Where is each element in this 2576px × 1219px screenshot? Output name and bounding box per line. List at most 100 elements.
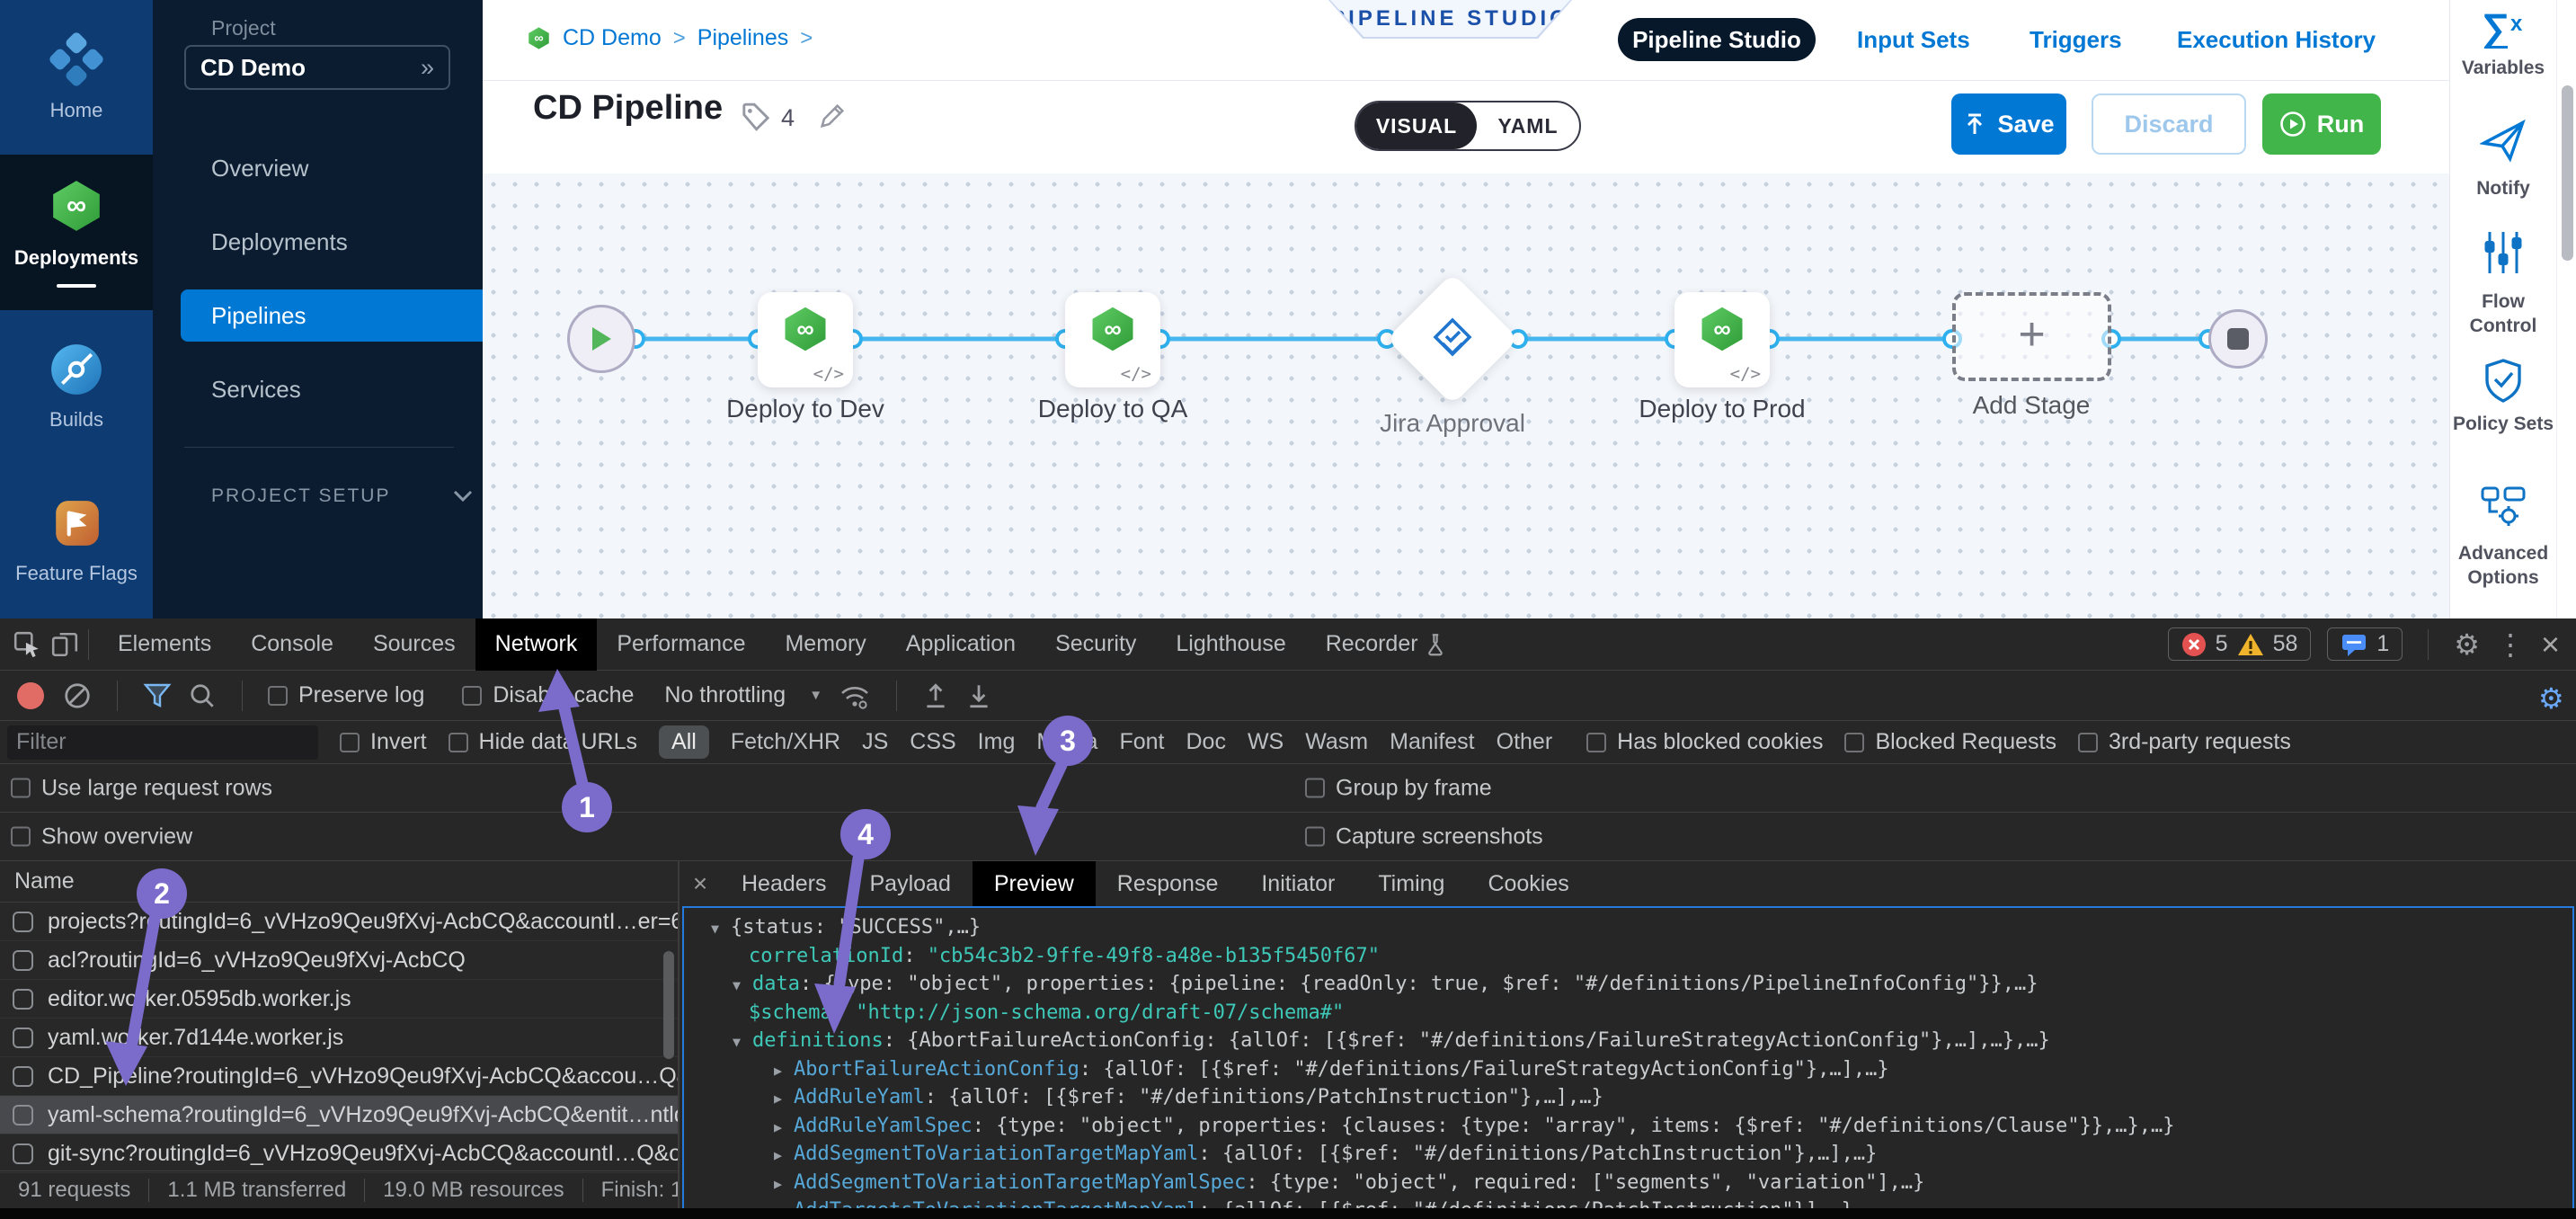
tab-input-sets[interactable]: Input Sets <box>1857 18 1970 61</box>
json-line[interactable]: ▶AddSegmentToVariationTargetMapYamlSpec:… <box>684 1169 2572 1197</box>
preserve-log-control[interactable]: Preserve log <box>268 682 424 708</box>
blocked-requests-control[interactable]: Blocked Requests <box>1844 729 2056 755</box>
disable-cache-control[interactable]: Disable cache <box>462 682 634 708</box>
tab-execution-history[interactable]: Execution History <box>2177 18 2376 61</box>
json-line[interactable]: ▼{status: "SUCCESS",…} <box>684 913 2572 942</box>
sidebar-item-overview[interactable]: Overview <box>211 155 308 182</box>
request-row[interactable]: projects?routingId=6_vVHzo9Qeu9fXvj-AcbC… <box>0 903 678 941</box>
filter-type-media[interactable]: Media <box>1036 729 1097 755</box>
expand-arrow-icon[interactable]: ▶ <box>774 1170 794 1197</box>
sidebar-item-deployments[interactable]: Deployments <box>211 228 348 256</box>
has-blocked-cookies-control[interactable]: Has blocked cookies <box>1586 729 1823 755</box>
devtools-tab-performance[interactable]: Performance <box>597 618 765 671</box>
tab-triggers[interactable]: Triggers <box>2030 18 2122 61</box>
stage-deploy-to-prod[interactable]: ∞ </> <box>1674 292 1770 387</box>
kebab-menu-icon[interactable]: ⋮ <box>2496 627 2525 662</box>
devtools-tab-lighthouse[interactable]: Lighthouse <box>1156 618 1305 671</box>
invert-checkbox[interactable] <box>340 733 360 752</box>
pipeline-canvas[interactable]: ∞ </> ∞ </> ∞ </> + Deploy to Dev Deploy… <box>483 174 2449 618</box>
breadcrumb-section[interactable]: Pipelines <box>697 25 788 51</box>
filter-input[interactable]: Filter <box>7 725 318 760</box>
json-line[interactable]: ▶AddRuleYaml: {allOf: [{$ref: "#/definit… <box>684 1083 2572 1112</box>
stage-deploy-to-qa[interactable]: ∞ </> <box>1065 292 1160 387</box>
devtools-tab-memory[interactable]: Memory <box>765 618 885 671</box>
request-row[interactable]: yaml.worker.7d144e.worker.js <box>0 1019 678 1057</box>
expand-arrow-icon[interactable]: ▶ <box>774 1114 794 1141</box>
save-button[interactable]: Save <box>1951 93 2066 155</box>
double-chevron-icon[interactable]: » <box>421 54 434 82</box>
tool-variables-label[interactable]: Variables <box>2450 56 2556 80</box>
tag-icon[interactable] <box>740 101 772 133</box>
detail-tab-preview[interactable]: Preview <box>973 861 1096 906</box>
expand-arrow-icon[interactable]: ▶ <box>774 1142 794 1169</box>
project-setup-toggle[interactable]: PROJECT SETUP <box>211 485 473 507</box>
device-toolbar-icon[interactable] <box>50 630 79 659</box>
expand-arrow-icon[interactable]: ▼ <box>711 915 731 942</box>
json-line[interactable]: ▼definitions: {AbortFailureActionConfig:… <box>684 1027 2572 1055</box>
settings-gear-icon[interactable]: ⚙ <box>2454 627 2480 662</box>
filter-type-css[interactable]: CSS <box>910 729 955 755</box>
network-conditions-icon[interactable] <box>839 681 871 711</box>
issues-badge[interactable]: 1 <box>2327 627 2403 661</box>
rail-item-feature-flags[interactable]: Feature Flags <box>0 464 153 618</box>
devtools-tab-security[interactable]: Security <box>1035 618 1156 671</box>
notify-icon[interactable] <box>2480 117 2527 164</box>
errors-warnings-badge[interactable]: 5 58 <box>2168 627 2312 661</box>
group-by-frame-checkbox[interactable] <box>1305 779 1325 798</box>
expand-arrow-icon[interactable]: ▶ <box>774 1057 794 1084</box>
filter-type-img[interactable]: Img <box>978 729 1016 755</box>
network-settings-gear-icon[interactable]: ⚙ <box>2538 681 2564 716</box>
tool-notify-label[interactable]: Notify <box>2450 176 2556 200</box>
request-row-selected[interactable]: yaml-schema?routingId=6_vVHzo9Qeu9fXvj-A… <box>0 1096 678 1134</box>
third-party-requests-control[interactable]: 3rd-party requests <box>2078 729 2291 755</box>
request-column-header[interactable]: Name <box>0 861 678 903</box>
devtools-tab-application[interactable]: Application <box>886 618 1035 671</box>
devtools-tab-recorder[interactable]: Recorder <box>1306 618 1426 671</box>
third-party-requests-checkbox[interactable] <box>2078 733 2098 752</box>
detail-tab-timing[interactable]: Timing <box>1356 861 1466 906</box>
add-stage-button[interactable]: + <box>1952 292 2111 381</box>
expand-arrow-icon[interactable]: ▶ <box>774 1085 794 1112</box>
disable-cache-checkbox[interactable] <box>462 686 482 706</box>
breadcrumb-project[interactable]: CD Demo <box>563 25 662 51</box>
throttling-select[interactable]: No throttling ▼ <box>664 682 822 708</box>
close-detail-icon[interactable]: × <box>680 869 720 898</box>
preserve-log-checkbox[interactable] <box>268 686 288 706</box>
filter-type-all[interactable]: All <box>659 725 709 759</box>
group-by-frame-control[interactable]: Group by frame <box>1305 775 1492 801</box>
rail-item-home[interactable]: Home <box>0 0 153 155</box>
json-line[interactable]: ▶AddRuleYamlSpec: {type: "object", prope… <box>684 1112 2572 1141</box>
filter-type-ws[interactable]: WS <box>1248 729 1284 755</box>
devtools-tab-network[interactable]: Network <box>475 618 598 671</box>
rail-item-deployments[interactable]: ∞ Deployments <box>0 155 153 310</box>
filter-type-doc[interactable]: Doc <box>1186 729 1225 755</box>
filter-type-manifest[interactable]: Manifest <box>1390 729 1474 755</box>
detail-tab-cookies[interactable]: Cookies <box>1466 861 1590 906</box>
export-har-icon[interactable] <box>965 681 992 710</box>
devtools-tab-elements[interactable]: Elements <box>98 618 231 671</box>
sidebar-item-services[interactable]: Services <box>211 376 301 404</box>
project-select[interactable]: CD Demo » <box>184 45 450 90</box>
json-line[interactable]: $schema: "http://json-schema.org/draft-0… <box>684 999 2572 1028</box>
hide-data-urls-checkbox[interactable] <box>449 733 468 752</box>
show-overview-control[interactable]: Show overview <box>11 823 192 850</box>
request-row[interactable]: editor.worker.0595db.worker.js <box>0 980 678 1019</box>
tool-policy-sets-label[interactable]: Policy Sets <box>2450 412 2556 436</box>
toggle-yaml[interactable]: YAML <box>1477 102 1579 149</box>
rail-item-builds[interactable]: Builds <box>0 310 153 464</box>
filter-funnel-icon[interactable] <box>143 682 172 709</box>
record-icon[interactable] <box>14 680 47 712</box>
page-scrollbar[interactable] <box>2562 85 2573 261</box>
hide-data-urls-control[interactable]: Hide data URLs <box>449 729 637 755</box>
has-blocked-cookies-checkbox[interactable] <box>1586 733 1606 752</box>
variables-icon[interactable]: ∑ x <box>2480 7 2527 49</box>
tool-flow-control-label[interactable]: Flow Control <box>2450 289 2556 338</box>
detail-tab-payload[interactable]: Payload <box>848 861 973 906</box>
close-devtools-icon[interactable]: × <box>2541 626 2560 663</box>
json-preview-pane[interactable]: ▼{status: "SUCCESS",…} correlationId: "c… <box>682 906 2574 1210</box>
discard-button[interactable]: Discard <box>2092 93 2246 155</box>
capture-screenshots-checkbox[interactable] <box>1305 827 1325 847</box>
filter-type-font[interactable]: Font <box>1119 729 1164 755</box>
pipeline-start-node[interactable] <box>567 305 635 373</box>
devtools-tab-sources[interactable]: Sources <box>353 618 475 671</box>
